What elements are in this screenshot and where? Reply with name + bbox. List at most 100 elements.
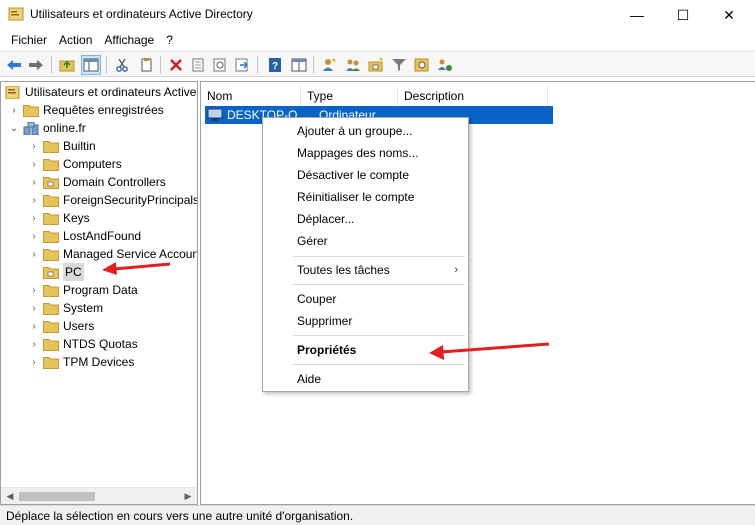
chevron-right-icon[interactable]: › — [9, 101, 19, 119]
folder-icon — [43, 284, 59, 297]
folder-icon — [43, 212, 59, 225]
tree-item-computers[interactable]: Computers — [43, 155, 122, 173]
tree-item-label: Builtin — [63, 139, 96, 153]
menu-item-cut[interactable]: Couper — [263, 288, 468, 310]
column-header-nom[interactable]: Nom — [201, 86, 301, 106]
computer-icon — [207, 108, 223, 121]
console-tree-icon[interactable] — [81, 55, 101, 75]
horizontal-scrollbar[interactable]: ◀ ▶ — [1, 487, 197, 504]
chevron-right-icon[interactable]: › — [29, 155, 39, 173]
menu-separator — [293, 284, 465, 285]
tree-item-tpm-devices[interactable]: TPM Devices — [43, 353, 134, 371]
tree-item-system[interactable]: System — [43, 299, 103, 317]
menu-item-manage[interactable]: Gérer — [263, 230, 468, 252]
chevron-right-icon[interactable]: › — [29, 191, 39, 209]
tree-item-builtin[interactable]: Builtin — [43, 137, 96, 155]
menu-item-reset-account[interactable]: Réinitialiser le compte — [263, 186, 468, 208]
tree-item-label: Computers — [63, 157, 122, 171]
chevron-right-icon[interactable]: › — [29, 245, 39, 263]
list-header: Nom Type Description — [201, 86, 755, 106]
folder-icon — [43, 140, 59, 153]
scrollbar-thumb[interactable] — [19, 492, 95, 501]
folder-icon — [43, 302, 59, 315]
menu-affichage[interactable]: Affichage — [98, 30, 160, 50]
folder-icon — [43, 194, 59, 207]
column-header-type[interactable]: Type — [301, 86, 398, 106]
menu-help[interactable]: ? — [160, 30, 179, 50]
console-tree-pane[interactable]: Utilisateurs et ordinateurs Active Direc… — [0, 81, 198, 505]
folder-icon — [23, 104, 39, 117]
tree-item-label: Users — [63, 319, 95, 333]
chevron-right-icon[interactable]: › — [29, 209, 39, 227]
tree-item-program-data[interactable]: Program Data — [43, 281, 138, 299]
column-header-description[interactable]: Description — [398, 86, 548, 106]
minimize-button[interactable]: — — [614, 0, 660, 30]
help-icon[interactable]: ? — [266, 56, 284, 74]
filter-icon[interactable] — [390, 56, 408, 74]
delete-icon[interactable] — [167, 56, 185, 74]
up-folder-icon[interactable] — [58, 56, 76, 74]
tree-item-root[interactable]: Utilisateurs et ordinateurs Active Direc… — [5, 83, 197, 101]
tree-item-users[interactable]: Users — [43, 317, 94, 335]
chevron-right-icon[interactable]: › — [29, 353, 39, 371]
menu-item-help[interactable]: Aide — [263, 368, 468, 390]
menu-item-all-tasks[interactable]: Toutes les tâches › — [263, 259, 468, 281]
tree-item-label: Utilisateurs et ordinateurs Active Direc… — [25, 85, 197, 99]
tree-item-foreign-security-principals[interactable]: ForeignSecurityPrincipals — [43, 191, 198, 209]
scroll-left-icon[interactable]: ◀ — [3, 490, 17, 502]
status-bar: Déplace la sélection en cours vers une a… — [0, 505, 755, 525]
tree-item-label: TPM Devices — [63, 355, 135, 369]
menu-action[interactable]: Action — [53, 30, 98, 50]
chevron-down-icon[interactable]: ⌄ — [9, 119, 19, 137]
chevron-right-icon[interactable]: › — [29, 335, 39, 353]
folder-icon — [43, 338, 59, 351]
mmc-icon[interactable] — [290, 56, 308, 74]
folder-icon — [43, 248, 59, 261]
tree-item-pc[interactable]: PC — [43, 263, 84, 281]
refresh-icon[interactable] — [211, 56, 229, 74]
close-button[interactable]: ✕ — [706, 0, 752, 30]
chevron-right-icon[interactable]: › — [29, 173, 39, 191]
maximize-button[interactable]: ☐ — [660, 0, 706, 30]
menu-item-add-to-group[interactable]: Ajouter à un groupe... — [263, 120, 468, 142]
copy-icon[interactable] — [137, 56, 155, 74]
menu-item-delete[interactable]: Supprimer — [263, 310, 468, 332]
menu-fichier[interactable]: Fichier — [5, 30, 53, 50]
new-user-icon[interactable] — [320, 56, 338, 74]
tree-item-lost-and-found[interactable]: LostAndFound — [43, 227, 141, 245]
tree-item-ntds-quotas[interactable]: NTDS Quotas — [43, 335, 138, 353]
add-to-group-icon[interactable] — [436, 56, 454, 74]
tree-item-saved-queries[interactable]: Requêtes enregistrées — [23, 101, 164, 119]
active-directory-icon — [5, 85, 20, 99]
chevron-right-icon[interactable]: › — [29, 317, 39, 335]
scroll-right-icon[interactable]: ▶ — [181, 490, 195, 502]
tree-item-keys[interactable]: Keys — [43, 209, 90, 227]
menu-separator — [293, 364, 465, 365]
ou-folder-icon — [43, 176, 59, 189]
find-icon[interactable] — [413, 56, 431, 74]
back-icon[interactable] — [5, 56, 23, 74]
new-ou-icon[interactable] — [367, 56, 385, 74]
menu-item-disable-account[interactable]: Désactiver le compte — [263, 164, 468, 186]
tree-item-domain[interactable]: online.fr — [23, 119, 86, 137]
svg-text:?: ? — [272, 61, 278, 72]
tree-item-label: PC — [63, 263, 84, 281]
chevron-right-icon[interactable]: › — [29, 137, 39, 155]
forward-icon[interactable] — [27, 56, 45, 74]
new-group-icon[interactable] — [344, 56, 362, 74]
chevron-right-icon[interactable]: › — [29, 281, 39, 299]
tree-item-domain-controllers[interactable]: Domain Controllers — [43, 173, 166, 191]
chevron-right-icon[interactable]: › — [29, 299, 39, 317]
properties-icon[interactable] — [189, 56, 207, 74]
cut-icon[interactable] — [113, 56, 131, 74]
tree-item-label: NTDS Quotas — [63, 337, 138, 351]
menu-item-move[interactable]: Déplacer... — [263, 208, 468, 230]
toolbar-separator — [51, 56, 52, 74]
menu-bar: Fichier Action Affichage ? — [0, 30, 755, 50]
export-icon[interactable] — [233, 56, 251, 74]
status-text: Déplace la sélection en cours vers une a… — [6, 509, 354, 523]
chevron-right-icon[interactable]: › — [29, 227, 39, 245]
tree-item-label: ForeignSecurityPrincipals — [63, 193, 198, 207]
window-title: Utilisateurs et ordinateurs Active Direc… — [30, 7, 253, 21]
menu-item-name-mappings[interactable]: Mappages des noms... — [263, 142, 468, 164]
